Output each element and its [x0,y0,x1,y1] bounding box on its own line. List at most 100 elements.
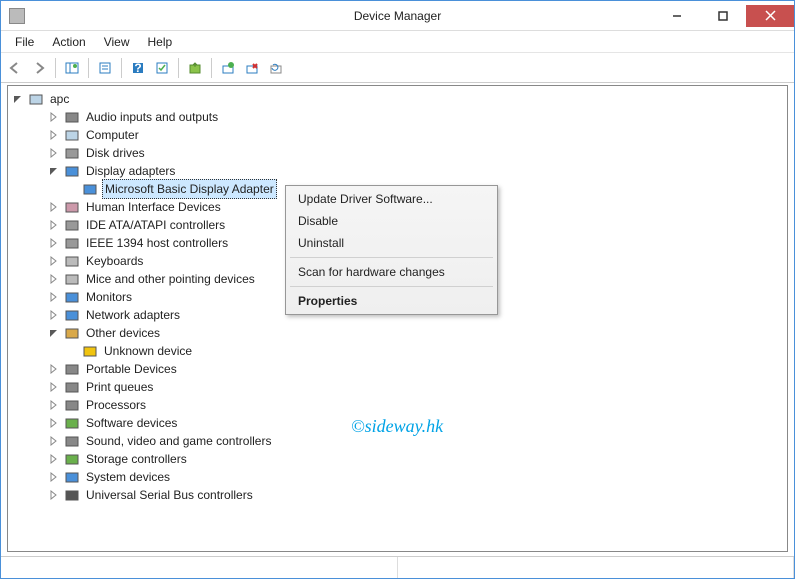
tree-node-label[interactable]: Universal Serial Bus controllers [84,486,255,504]
tree-node-label[interactable]: Microsoft Basic Display Adapter [102,179,277,199]
tree-node-label[interactable]: Disk drives [84,144,147,162]
tree-node[interactable]: apc [10,90,785,108]
expand-arrow-icon[interactable] [48,453,60,465]
refresh-button[interactable] [266,58,286,78]
expand-arrow-icon[interactable] [48,435,60,447]
watermark: ©sideway.hk [351,416,443,437]
tree-node-label[interactable]: Unknown device [102,342,194,360]
scan-hardware-button[interactable] [218,58,238,78]
back-button[interactable] [5,58,25,78]
disk-icon [64,145,80,161]
context-menu: Update Driver Software...DisableUninstal… [285,185,498,315]
tree-node-label[interactable]: Storage controllers [84,450,189,468]
expand-arrow-icon[interactable] [48,489,60,501]
expand-arrow-open-icon[interactable] [48,327,60,339]
monitor-icon [64,289,80,305]
separator [211,58,212,78]
tree-node[interactable]: Storage controllers [10,450,785,468]
mouse-icon [64,271,80,287]
expand-arrow-icon[interactable] [48,363,60,375]
processor-icon [64,397,80,413]
expand-arrow-icon[interactable] [48,399,60,411]
tree-node-label[interactable]: System devices [84,468,172,486]
tree-node[interactable]: Processors [10,396,785,414]
svg-text:?: ? [134,61,141,75]
tree-node[interactable]: Portable Devices [10,360,785,378]
context-menu-item[interactable]: Scan for hardware changes [288,261,495,283]
tree-node-label[interactable]: Portable Devices [84,360,179,378]
usb-icon [64,487,80,503]
menu-help[interactable]: Help [140,33,181,51]
tree-node-label[interactable]: Processors [84,396,148,414]
tree-node-label[interactable]: Computer [84,126,141,144]
expand-arrow-icon[interactable] [48,129,60,141]
expand-arrow-icon[interactable] [48,111,60,123]
tree-node[interactable]: Audio inputs and outputs [10,108,785,126]
expand-arrow-icon[interactable] [48,417,60,429]
forward-button[interactable] [29,58,49,78]
tree-node-label[interactable]: Print queues [84,378,155,396]
expand-arrow-icon[interactable] [48,219,60,231]
close-button[interactable] [746,5,794,27]
context-menu-item[interactable]: Properties [288,290,495,312]
update-driver-button[interactable] [185,58,205,78]
tree-node-label[interactable]: Network adapters [84,306,182,324]
expand-arrow-icon[interactable] [48,237,60,249]
window-controls [654,5,794,27]
expand-arrow-icon[interactable] [48,147,60,159]
ieee-icon [64,235,80,251]
tree-node-label[interactable]: Audio inputs and outputs [84,108,220,126]
help-button[interactable]: ? [128,58,148,78]
uninstall-button[interactable] [242,58,262,78]
tree-node-label[interactable]: IDE ATA/ATAPI controllers [84,216,227,234]
expand-arrow-icon[interactable] [48,291,60,303]
tree-node-label[interactable]: Display adapters [84,162,177,180]
menu-view[interactable]: View [96,33,138,51]
expand-arrow-icon[interactable] [48,255,60,267]
expand-arrow-icon[interactable] [48,471,60,483]
expand-arrow-icon[interactable] [48,273,60,285]
tree-node[interactable]: Unknown device [10,342,785,360]
expand-arrow-icon[interactable] [48,381,60,393]
tree-node[interactable]: Display adapters [10,162,785,180]
tree-node-label[interactable]: Other devices [84,324,162,342]
storage-icon [64,451,80,467]
menu-file[interactable]: File [7,33,42,51]
tree-node[interactable]: Disk drives [10,144,785,162]
tree-node[interactable]: Universal Serial Bus controllers [10,486,785,504]
separator [88,58,89,78]
tree-node-label[interactable]: IEEE 1394 host controllers [84,234,230,252]
console-tree-button[interactable] [62,58,82,78]
expand-arrow-open-icon[interactable] [12,93,24,105]
tree-node-label[interactable]: Mice and other pointing devices [84,270,257,288]
context-menu-item[interactable]: Disable [288,210,495,232]
expand-arrow-icon[interactable] [48,309,60,321]
toolbar: ? [1,53,794,83]
tree-node-label[interactable]: Human Interface Devices [84,198,223,216]
hid-icon [64,199,80,215]
tree-node-label[interactable]: Monitors [84,288,134,306]
maximize-button[interactable] [700,5,746,27]
portable-icon [64,361,80,377]
tree-node[interactable]: Computer [10,126,785,144]
tree-node-label[interactable]: Sound, video and game controllers [84,432,273,450]
tree-node[interactable]: Other devices [10,324,785,342]
status-pane-right [398,557,795,578]
display-icon [64,163,80,179]
context-menu-item[interactable]: Update Driver Software... [288,188,495,210]
network-icon [64,307,80,323]
menu-action[interactable]: Action [44,33,93,51]
tree-node-label[interactable]: Software devices [84,414,179,432]
action-tick-button[interactable] [152,58,172,78]
expand-arrow-icon[interactable] [48,201,60,213]
expand-arrow-open-icon[interactable] [48,165,60,177]
minimize-button[interactable] [654,5,700,27]
tree-node[interactable]: System devices [10,468,785,486]
unknown-icon [82,343,98,359]
tree-node-label[interactable]: apc [48,90,71,108]
properties-button[interactable] [95,58,115,78]
context-menu-item[interactable]: Uninstall [288,232,495,254]
tree-node[interactable]: Print queues [10,378,785,396]
device-tree-panel: apc Audio inputs and outputsComputerDisk … [7,85,788,552]
tree-node-label[interactable]: Keyboards [84,252,145,270]
